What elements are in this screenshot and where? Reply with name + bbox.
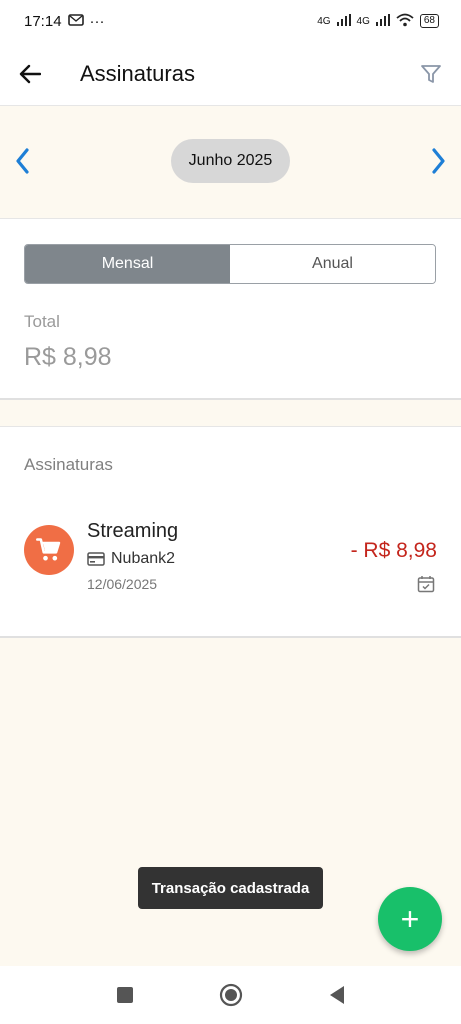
wifi-icon: [396, 13, 414, 30]
item-account: Nubank2: [87, 550, 175, 568]
calendar-check-icon: [417, 575, 435, 598]
back-nav-button[interactable]: [323, 981, 351, 1009]
period-option-mensal[interactable]: Mensal: [25, 245, 230, 283]
list-item[interactable]: Streaming Nubank2 12/06/2025 - R$ 8,98: [0, 517, 461, 597]
period-option-anual[interactable]: Anual: [230, 245, 435, 283]
page-title: Assinaturas: [80, 60, 195, 86]
triangle-left-icon: [329, 986, 344, 1004]
signal-icon-2: [375, 13, 390, 29]
total-label: Total: [24, 312, 60, 331]
home-button[interactable]: [217, 981, 245, 1009]
status-bar: 17:14 ··· 4G 4G 68: [0, 0, 461, 42]
item-name: Streaming: [87, 520, 179, 542]
chevron-right-icon: [432, 148, 445, 174]
status-time: 17:14: [24, 12, 62, 30]
current-month-pill[interactable]: Junho 2025: [170, 139, 291, 183]
add-button[interactable]: +: [378, 887, 442, 951]
total-card: Mensal Anual Total R$ 8,98: [0, 218, 461, 400]
arrow-left-icon: [19, 64, 41, 83]
filter-button[interactable]: [401, 42, 461, 106]
battery-icon: 68: [419, 14, 439, 28]
previous-month-button[interactable]: [0, 106, 44, 216]
subscriptions-card: Assinaturas Streaming Nubank2 12/06/2025…: [0, 426, 461, 638]
status-more-dots: ···: [89, 12, 105, 30]
next-month-button[interactable]: [417, 106, 461, 216]
item-date: 12/06/2025: [87, 576, 158, 592]
chevron-left-icon: [16, 148, 29, 174]
item-account-label: Nubank2: [111, 550, 176, 567]
notification-icon: [67, 13, 84, 30]
system-nav-bar: [0, 966, 461, 1024]
month-selector: Junho 2025: [0, 106, 461, 216]
credit-card-icon: [87, 552, 105, 566]
total-value: R$ 8,98: [24, 343, 112, 371]
recent-apps-button[interactable]: [111, 981, 139, 1009]
toast-message: Transação cadastrada: [138, 867, 323, 909]
section-title: Assinaturas: [24, 455, 113, 474]
back-button[interactable]: [0, 42, 60, 106]
network-label-1: 4G: [317, 15, 331, 27]
square-icon: [116, 987, 133, 1003]
cart-icon: [36, 538, 61, 561]
item-amount: - R$ 8,98: [350, 539, 437, 562]
filter-icon: [421, 64, 441, 83]
avatar: [24, 525, 74, 575]
network-label-2: 4G: [356, 15, 370, 27]
signal-icon: [336, 13, 351, 29]
app-bar: Assinaturas: [0, 42, 461, 106]
period-toggle: Mensal Anual: [24, 244, 436, 284]
circle-icon: [219, 983, 242, 1007]
